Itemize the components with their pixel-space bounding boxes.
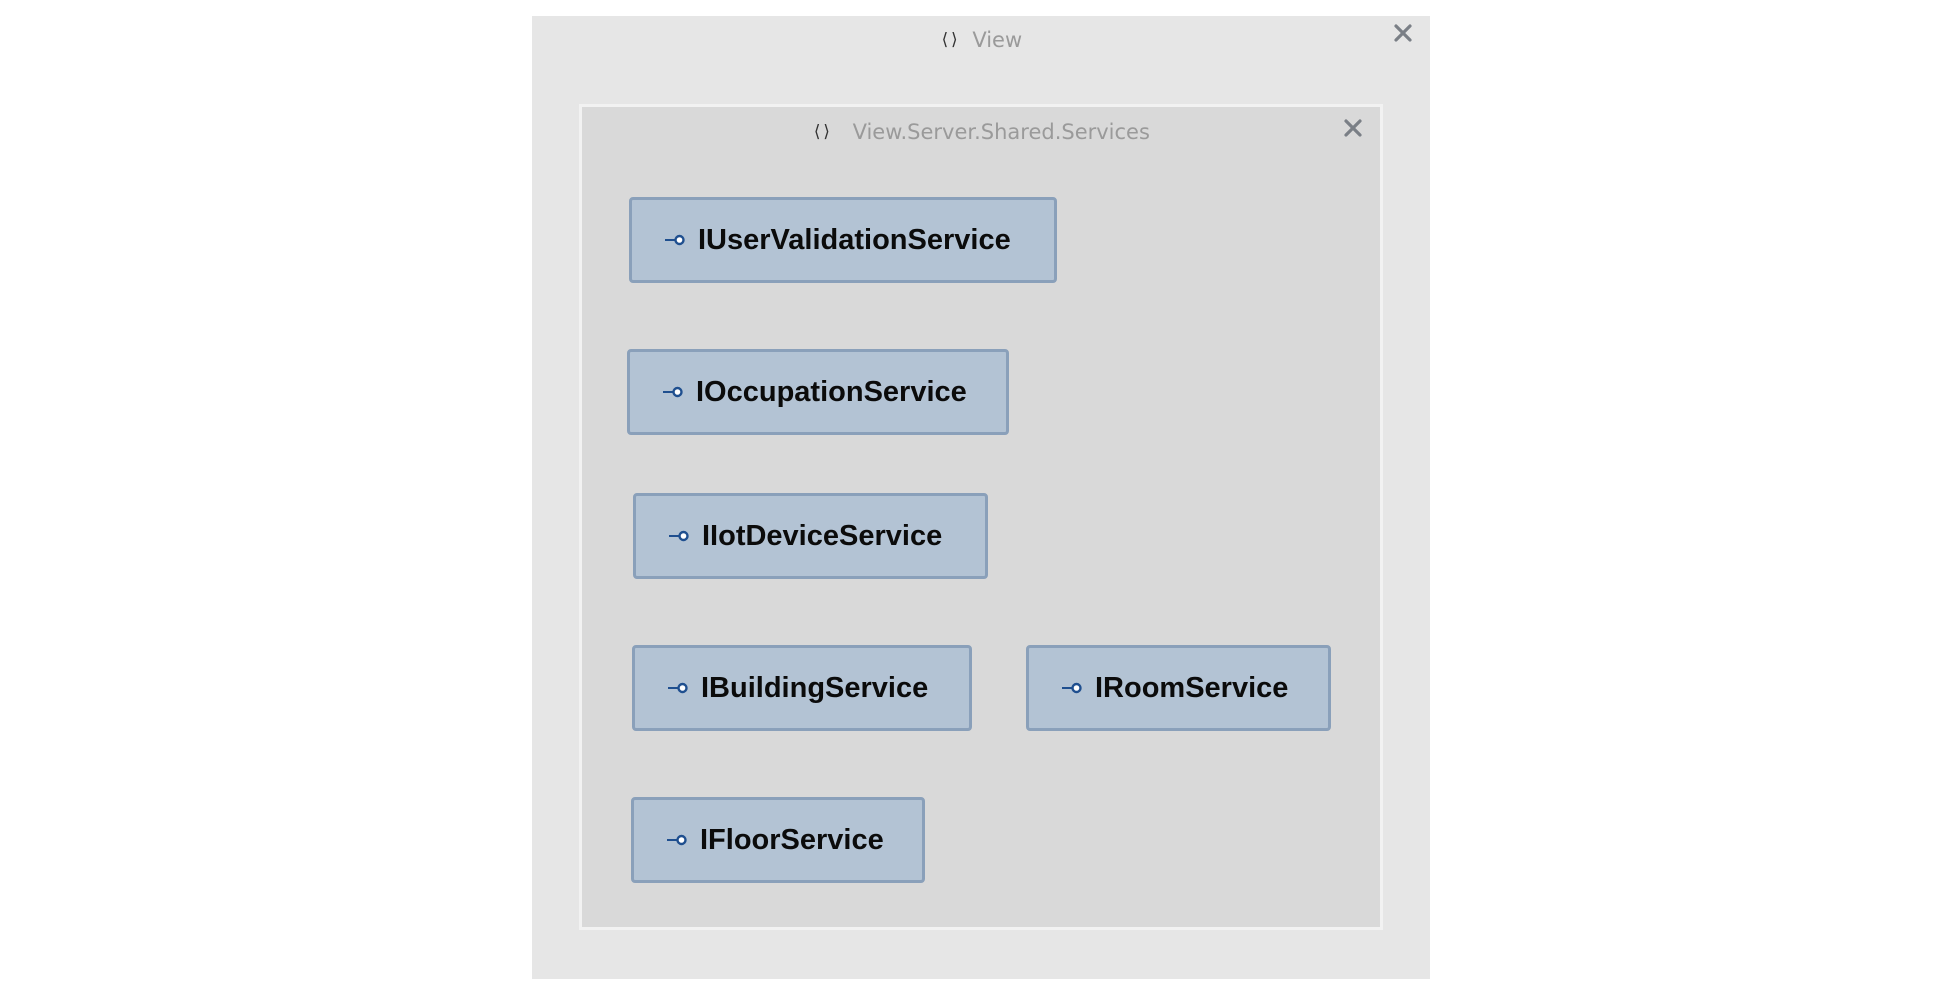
interface-lollipop-icon [667,682,689,694]
close-icon[interactable] [1342,117,1364,139]
namespace-container-services: ⟨⟩ View.Server.Shared.Services IUserVali… [579,104,1383,930]
interface-name: IFloorService [700,823,884,856]
interface-node-floor-service[interactable]: IFloorService [631,797,925,883]
interface-lollipop-icon [662,386,684,398]
namespace-title: View.Server.Shared.Services [852,120,1150,144]
close-icon[interactable] [1392,22,1414,44]
interface-node-iot-device-service[interactable]: IIotDeviceService [633,493,988,579]
interface-lollipop-icon [1061,682,1083,694]
namespace-container-view: ⟨⟩ View ⟨⟩ View.Server.Shared.Services I… [532,16,1430,979]
interface-name: IOccupationService [696,375,967,408]
interface-name: IUserValidationService [698,223,1011,256]
namespace-braces-icon: ⟨⟩ [939,30,960,50]
interface-name: IBuildingService [701,671,929,704]
interface-node-occupation-service[interactable]: IOccupationService [627,349,1009,435]
interface-name: IRoomService [1095,671,1289,704]
namespace-braces-icon: ⟨⟩ [812,122,832,142]
interface-node-user-validation-service[interactable]: IUserValidationService [629,197,1057,283]
interface-lollipop-icon [666,834,688,846]
namespace-title: View [972,28,1023,52]
namespace-header: ⟨⟩ View.Server.Shared.Services [582,117,1380,147]
interface-lollipop-icon [668,530,690,542]
namespace-header: ⟨⟩ View [532,26,1430,54]
interface-node-building-service[interactable]: IBuildingService [632,645,972,731]
interface-lollipop-icon [664,234,686,246]
interface-name: IIotDeviceService [702,519,943,552]
interface-node-room-service[interactable]: IRoomService [1026,645,1331,731]
